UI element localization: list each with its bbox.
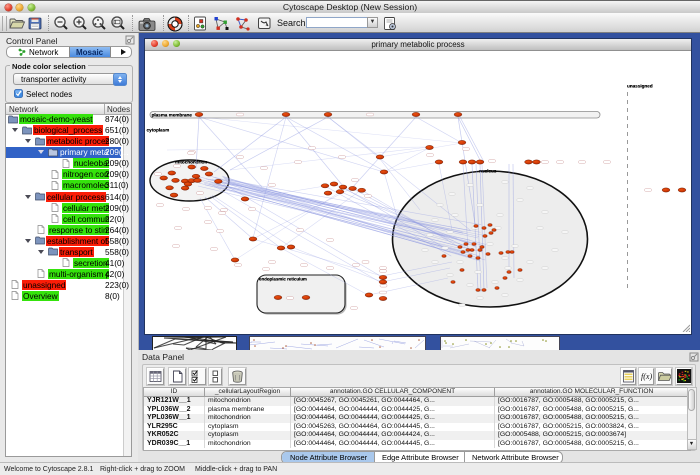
svg-text:mitochondrion: mitochondrion bbox=[175, 160, 207, 165]
svg-text:unassigned: unassigned bbox=[627, 84, 653, 89]
svg-text:f(x): f(x) bbox=[641, 372, 652, 381]
svg-text:endoplasmic reticulum: endoplasmic reticulum bbox=[259, 277, 307, 282]
svg-text:cytoplasm: cytoplasm bbox=[147, 128, 170, 133]
svg-text:nucleus: nucleus bbox=[479, 169, 497, 174]
svg-text:plasma membrane: plasma membrane bbox=[152, 113, 193, 118]
